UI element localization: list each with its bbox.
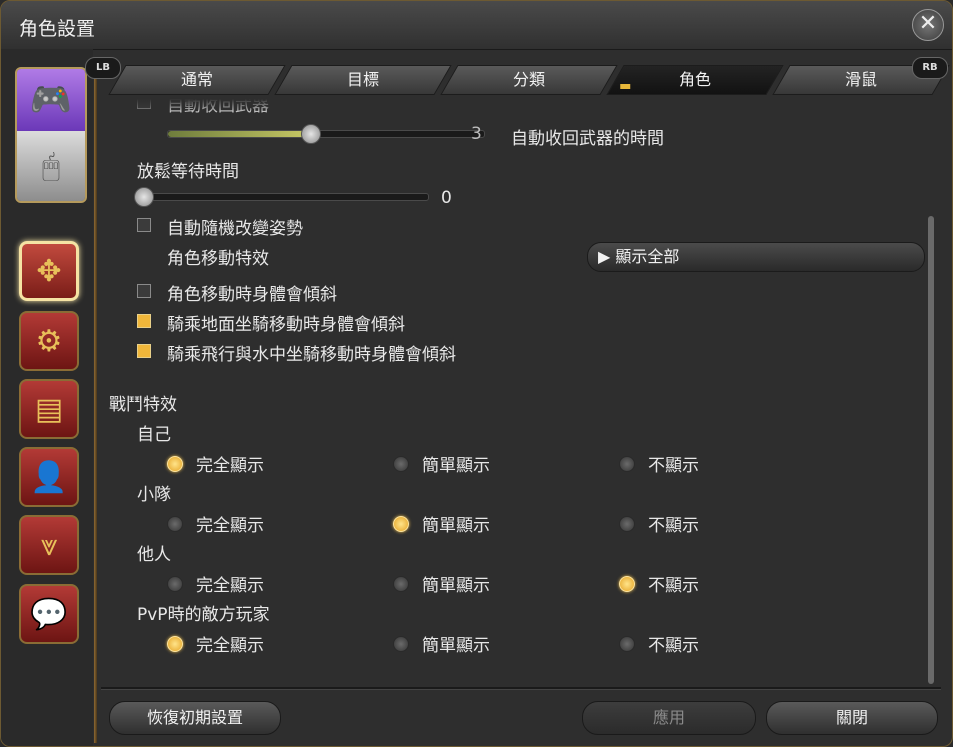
sheathe-slider-knob[interactable] <box>301 124 322 144</box>
title-bar: 角色設置 ✕ <box>1 1 952 50</box>
window-title: 角色設置 <box>19 18 96 40</box>
close-icon[interactable]: ✕ <box>912 9 944 41</box>
idle-wait-slider[interactable] <box>134 187 429 207</box>
battle-effects-heading: 戰鬥特效 <box>109 395 177 415</box>
rb-hint: RB <box>912 57 948 79</box>
footer-divider <box>101 687 941 690</box>
body-tilt-label: 角色移動時身體會傾斜 <box>167 285 337 305</box>
battle-option-label: 簡單顯示 <box>422 636 490 656</box>
tab-bar: LB 通常 目標 分類 角色 滑鼠 RB <box>85 57 952 99</box>
mouse-icon[interactable]: 🖱 <box>17 131 85 201</box>
profile-icon[interactable]: 👤 <box>19 447 79 507</box>
battle-option-label: 簡單顯示 <box>422 576 490 596</box>
scrollbar[interactable] <box>928 216 934 684</box>
battle-option-label: 簡單顯示 <box>422 456 490 476</box>
battle-option-label: 不顯示 <box>648 516 699 536</box>
battle-option-radio[interactable] <box>167 576 183 592</box>
lb-hint: LB <box>85 57 121 79</box>
input-mode-toggle[interactable]: 🎮 🖱 <box>15 67 87 203</box>
tab-target[interactable]: 目標 <box>274 65 452 95</box>
idle-wait-value: 0 <box>441 188 452 208</box>
battle-option-radio[interactable] <box>393 636 409 652</box>
sheathe-time-label: 自動收回武器的時間 <box>511 129 664 149</box>
chat-icon[interactable]: 💬 <box>19 584 79 644</box>
sheathe-value: 3 <box>471 124 482 144</box>
mount-fly-tilt-checkbox[interactable] <box>137 344 151 358</box>
move-effect-label: 角色移動特效 <box>167 249 269 269</box>
tab-character[interactable]: 角色 <box>606 65 784 95</box>
battle-option-radio[interactable] <box>167 456 183 472</box>
gear-bag-icon[interactable]: ⚙ <box>19 311 79 371</box>
battle-option-radio[interactable] <box>393 456 409 472</box>
battle-group-label: 他人 <box>137 545 171 565</box>
battle-option-label: 完全顯示 <box>196 456 264 476</box>
battle-option-radio[interactable] <box>167 516 183 532</box>
card-icon[interactable]: ▤ <box>19 379 79 439</box>
battle-group-label: 小隊 <box>137 485 171 505</box>
scroll-fade <box>101 99 941 113</box>
battle-option-label: 不顯示 <box>648 636 699 656</box>
close-button[interactable]: 關閉 <box>766 701 938 735</box>
battle-option-radio[interactable] <box>619 516 635 532</box>
battle-option-radio[interactable] <box>167 636 183 652</box>
mount-ground-tilt-checkbox[interactable] <box>137 314 151 328</box>
reset-button[interactable]: 恢復初期設置 <box>109 701 281 735</box>
auto-pose-checkbox[interactable] <box>137 218 151 232</box>
mount-ground-tilt-label: 騎乘地面坐騎移動時身體會傾斜 <box>167 315 405 335</box>
mount-fly-tilt-label: 騎乘飛行與水中坐騎移動時身體會傾斜 <box>167 345 456 365</box>
arrows-icon[interactable]: ✥ <box>19 241 79 301</box>
apply-button[interactable]: 應用 <box>582 701 756 735</box>
settings-window: 角色設置 ✕ 🎮 🖱 ✥ ⚙ ▤ 👤 ⩔ 💬 LB 通常 目標 分類 角色 滑鼠… <box>0 0 953 747</box>
body-tilt-checkbox[interactable] <box>137 284 151 298</box>
battle-option-label: 完全顯示 <box>196 636 264 656</box>
battle-option-label: 完全顯示 <box>196 576 264 596</box>
sheathe-slider-fill <box>168 131 311 137</box>
battle-option-radio[interactable] <box>619 576 635 592</box>
show-all-button[interactable]: ▶ 顯示全部 <box>587 242 925 272</box>
battle-option-label: 不顯示 <box>648 456 699 476</box>
sheathe-time-slider[interactable] <box>167 124 485 144</box>
tab-general[interactable]: 通常 <box>108 65 286 95</box>
battle-group-label: PvP時的敵方玩家 <box>137 605 270 625</box>
settings-content: 自動收回武器 3 自動收回武器的時間 放鬆等待時間 0 自動隨機改變姿勢 角色移… <box>101 99 941 687</box>
sidebar: 🎮 🖱 ✥ ⚙ ▤ 👤 ⩔ 💬 <box>1 49 93 746</box>
battle-option-radio[interactable] <box>393 516 409 532</box>
idle-slider-knob[interactable] <box>134 187 154 207</box>
sidebar-divider <box>94 61 97 743</box>
idle-wait-label: 放鬆等待時間 <box>137 162 239 182</box>
battle-option-radio[interactable] <box>393 576 409 592</box>
battle-group-label: 自己 <box>137 425 171 445</box>
battle-option-radio[interactable] <box>619 636 635 652</box>
battle-option-radio[interactable] <box>619 456 635 472</box>
auto-pose-label: 自動隨機改變姿勢 <box>167 219 303 239</box>
battle-option-label: 簡單顯示 <box>422 516 490 536</box>
tab-category[interactable]: 分類 <box>440 65 618 95</box>
battle-option-label: 完全顯示 <box>196 516 264 536</box>
battle-option-label: 不顯示 <box>648 576 699 596</box>
chevron-pattern-icon[interactable]: ⩔ <box>19 515 79 575</box>
gamepad-icon[interactable]: 🎮 <box>17 69 85 131</box>
